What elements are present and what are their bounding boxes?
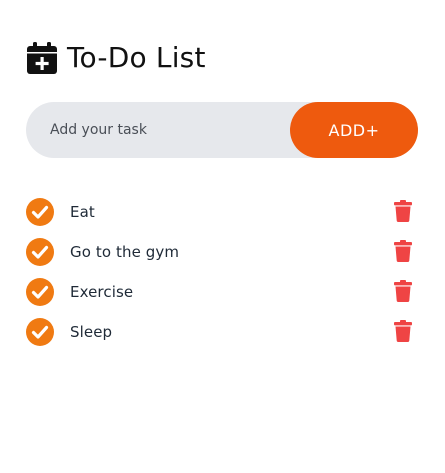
task-item: Eat bbox=[26, 198, 418, 238]
task-input[interactable] bbox=[50, 102, 280, 158]
add-task-form: ADD+ bbox=[26, 102, 418, 158]
page-title: To-Do List bbox=[67, 41, 206, 74]
calendar-plus-icon bbox=[27, 42, 57, 74]
task-label: Exercise bbox=[70, 283, 134, 301]
check-circle-icon[interactable] bbox=[26, 198, 54, 226]
trash-icon[interactable] bbox=[394, 280, 412, 302]
check-circle-icon[interactable] bbox=[26, 278, 54, 306]
trash-icon[interactable] bbox=[394, 240, 412, 262]
task-item: Go to the gym bbox=[26, 238, 418, 278]
app-header: To-Do List bbox=[27, 40, 206, 76]
trash-icon[interactable] bbox=[394, 320, 412, 342]
trash-icon[interactable] bbox=[394, 200, 412, 222]
task-label: Eat bbox=[70, 203, 95, 221]
task-label: Go to the gym bbox=[70, 243, 180, 261]
task-item: Exercise bbox=[26, 278, 418, 318]
add-task-button[interactable]: ADD+ bbox=[290, 102, 418, 158]
task-item: Sleep bbox=[26, 318, 418, 358]
task-list: Eat Go to the gym Exercise Sleep bbox=[26, 198, 418, 358]
check-circle-icon[interactable] bbox=[26, 238, 54, 266]
check-circle-icon[interactable] bbox=[26, 318, 54, 346]
task-label: Sleep bbox=[70, 323, 113, 341]
